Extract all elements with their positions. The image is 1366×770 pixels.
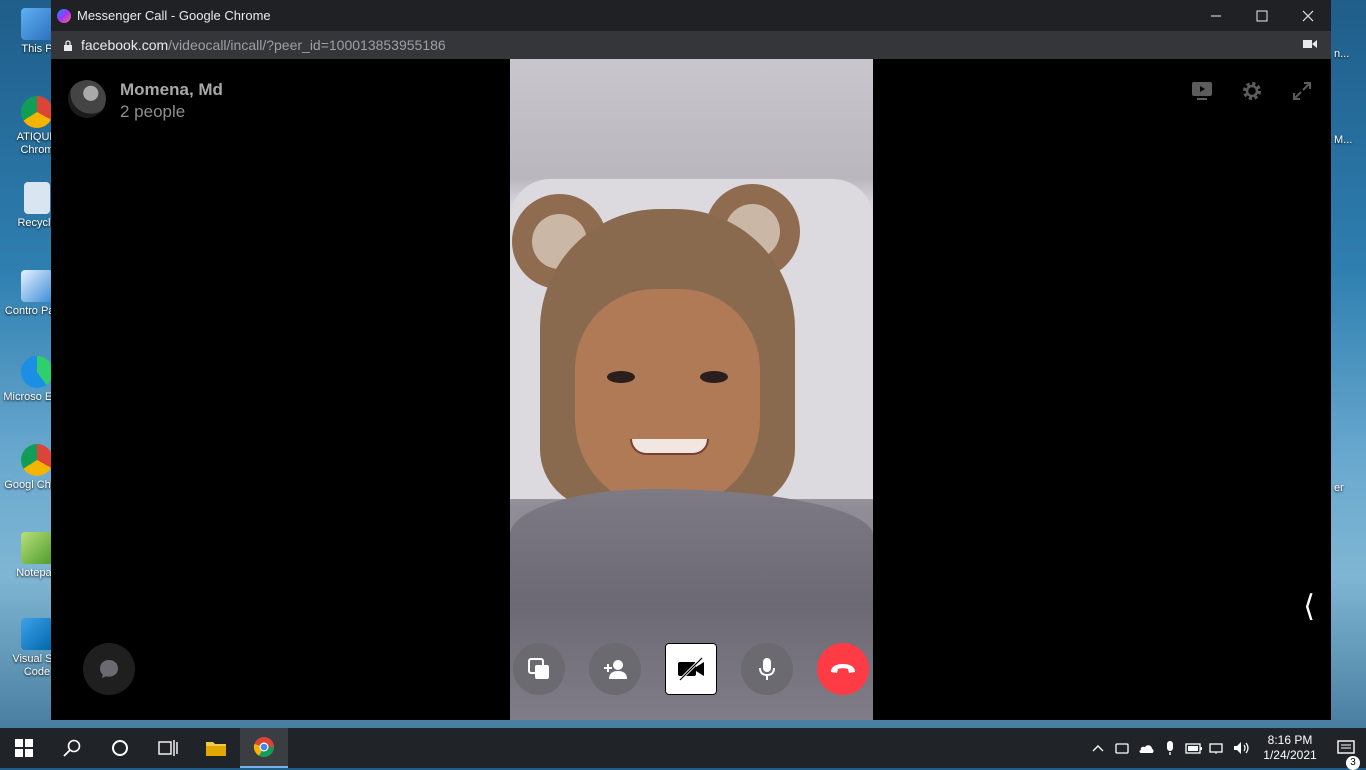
notification-icon	[1337, 740, 1355, 754]
switch-view-button[interactable]	[513, 643, 565, 695]
chrome-icon	[21, 444, 53, 476]
hang-up-icon	[831, 664, 855, 673]
chrome-icon	[253, 737, 274, 757]
desktop-icon-label: This P	[21, 43, 53, 55]
start-button[interactable]	[0, 728, 48, 768]
participant-face	[575, 289, 760, 509]
vscode-icon	[21, 618, 53, 650]
gear-icon[interactable]	[1238, 77, 1266, 105]
video-call-area: Momena, Md 2 people ⟨	[51, 59, 1331, 720]
caller-info: Momena, Md 2 people	[68, 80, 223, 122]
address-bar[interactable]: facebook.com /videocall/incall/?peer_id=…	[51, 31, 1331, 59]
system-tray: 8:16 PM 1/24/2021 3	[1086, 728, 1366, 770]
fullscreen-icon[interactable]	[1288, 77, 1316, 105]
participant-count: 2 people	[120, 102, 186, 121]
call-toolbar	[1188, 77, 1316, 105]
mute-button[interactable]	[741, 643, 793, 695]
minimize-button[interactable]	[1193, 0, 1239, 31]
url-path: /videocall/incall/?peer_id=1000138539551…	[168, 37, 446, 53]
control-panel-icon	[21, 270, 53, 302]
video-feed	[510, 59, 873, 720]
notepad-icon	[21, 532, 53, 564]
microphone-icon	[759, 658, 775, 680]
recycle-bin-icon	[24, 182, 50, 214]
overlap-windows-icon	[528, 658, 549, 679]
desktop-right-label: M...	[1334, 134, 1353, 146]
cortana-button[interactable]	[96, 728, 144, 768]
camera-in-use-icon[interactable]	[1303, 39, 1317, 49]
clock-time: 8:16 PM	[1267, 733, 1313, 747]
call-controls	[513, 643, 869, 695]
video-off-icon	[678, 656, 704, 682]
search-icon	[63, 739, 81, 757]
this-pc-icon	[21, 8, 53, 40]
caller-name: Momena, Md	[120, 80, 223, 99]
task-view-button[interactable]	[144, 728, 192, 768]
add-user-icon	[604, 660, 627, 679]
taskbar: 8:16 PM 1/24/2021 3	[0, 728, 1366, 770]
folder-icon	[206, 742, 226, 756]
title-bar: Messenger Call - Google Chrome	[51, 0, 1331, 31]
add-person-button[interactable]	[589, 643, 641, 695]
close-button[interactable]	[1285, 0, 1331, 31]
chrome-taskbar-button[interactable]	[240, 728, 288, 768]
screen-share-icon[interactable]	[1188, 77, 1216, 105]
file-explorer-button[interactable]	[192, 728, 240, 768]
edge-icon	[21, 356, 53, 388]
chrome-icon	[21, 96, 53, 128]
onedrive-icon[interactable]	[1134, 742, 1158, 754]
desktop-right-label: n...	[1334, 48, 1350, 60]
chat-button[interactable]	[83, 643, 135, 695]
volume-icon[interactable]	[1230, 741, 1254, 755]
clock-date: 1/24/2021	[1263, 748, 1317, 762]
network-icon[interactable]	[1206, 741, 1230, 755]
toggle-video-button[interactable]	[665, 643, 717, 695]
chevron-up-icon[interactable]	[1086, 744, 1110, 752]
cortana-icon	[112, 740, 128, 756]
search-button[interactable]	[48, 728, 96, 768]
lock-icon	[64, 39, 72, 51]
windows-logo-icon	[15, 739, 33, 757]
messenger-icon	[57, 8, 71, 23]
action-center-button[interactable]: 3	[1326, 740, 1366, 770]
desktop-right-label: er	[1334, 482, 1344, 494]
meet-now-icon[interactable]	[1110, 741, 1134, 755]
task-view-icon	[158, 740, 178, 756]
clock[interactable]: 8:16 PM 1/24/2021	[1254, 733, 1326, 763]
microphone-icon[interactable]	[1158, 740, 1182, 756]
url-host: facebook.com	[81, 37, 169, 53]
chevron-left-icon[interactable]: ⟨	[1303, 589, 1315, 624]
maximize-button[interactable]	[1239, 0, 1285, 31]
chat-bubble-icon	[100, 660, 118, 678]
window-title: Messenger Call - Google Chrome	[77, 8, 271, 23]
end-call-button[interactable]	[817, 643, 869, 695]
chrome-window: Messenger Call - Google Chrome facebook.…	[51, 0, 1331, 720]
avatar	[68, 80, 106, 118]
battery-icon[interactable]	[1182, 742, 1206, 754]
